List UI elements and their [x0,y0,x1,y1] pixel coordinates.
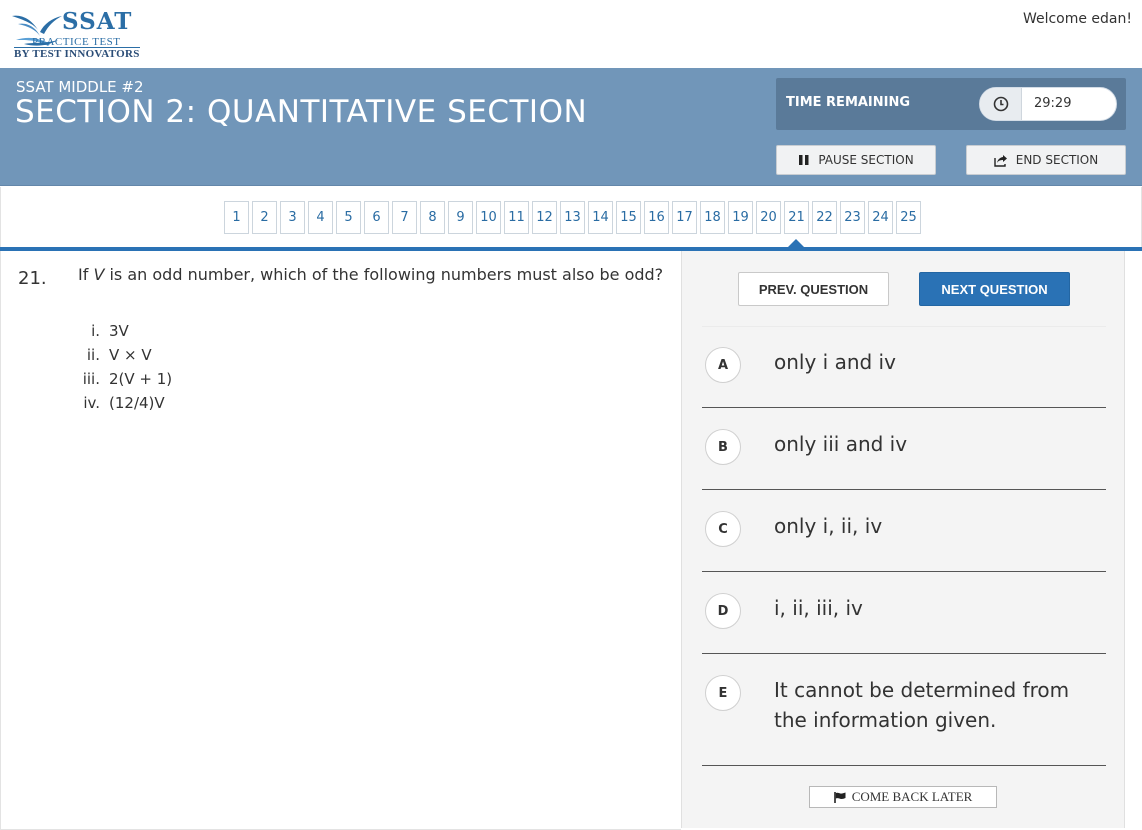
logo-title: SSAT [62,8,133,35]
statement-item: ii. V × V [81,346,172,370]
question-number: 21. [18,268,47,289]
question-nav-item-24[interactable]: 24 [868,201,893,234]
section-header: SSAT MIDDLE #2 SECTION 2: QUANTITATIVE S… [0,68,1142,186]
answer-text: only iii and iv [774,432,908,456]
question-nav-item-21[interactable]: 21 [784,201,809,234]
statement-text: V × V [109,346,152,364]
clock-icon [980,88,1022,120]
statement-number: iii. [82,370,100,388]
question-nav-item-23[interactable]: 23 [840,201,865,234]
question-nav-item-15[interactable]: 15 [616,201,641,234]
statement-text: 2(V + 1) [109,370,173,388]
question-nav-item-8[interactable]: 8 [420,201,445,234]
answer-choice-a[interactable]: A only i and iv [702,327,1106,408]
question-nav-item-19[interactable]: 19 [728,201,753,234]
answer-letter: A [705,347,741,383]
answer-letter: C [705,511,741,547]
question-text: If V is an odd number, which of the foll… [78,265,663,284]
next-question-button[interactable]: NEXT QUESTION [919,272,1070,306]
answer-text: i, ii, iii, iv [774,596,863,620]
logo-tagline: BY TEST INNOVATORS [14,48,140,60]
question-nav-item-10[interactable]: 10 [476,201,501,234]
question-navigator: 1 2 3 4 5 6 7 8 9 10 11 12 13 14 15 16 17 18 19 20 21 22 23 24 2… [0,187,1142,249]
answer-choice-d[interactable]: D i, ii, iii, iv [702,572,1106,654]
statement-item: iv. (12/4)V [81,394,172,418]
answer-letter: B [705,429,741,465]
section-title: SECTION 2: QUANTITATIVE SECTION [15,94,588,130]
answer-letter: E [705,675,741,711]
question-pane: 21. If V is an odd number, which of the … [0,251,681,830]
timer-display: 29:29 [979,87,1117,121]
statement-text: (12/4)V [109,394,165,412]
question-nav-item-14[interactable]: 14 [588,201,613,234]
answer-pane: PREV. QUESTION NEXT QUESTION A only i an… [681,251,1125,828]
question-nav-item-13[interactable]: 13 [560,201,585,234]
question-text-after: is an odd number, which of the following… [104,265,664,284]
question-nav-item-6[interactable]: 6 [364,201,389,234]
pause-section-button[interactable]: PAUSE SECTION [776,145,936,175]
question-nav-item-5[interactable]: 5 [336,201,361,234]
statement-item: i. 3V [81,322,172,346]
answer-text: It cannot be determined from the informa… [774,678,1070,732]
pause-section-label: PAUSE SECTION [818,153,914,167]
question-nav-item-25[interactable]: 25 [896,201,921,234]
statement-list: i. 3V ii. V × V iii. 2(V + 1) iv. (12/4)… [81,322,172,418]
question-nav-item-7[interactable]: 7 [392,201,417,234]
pause-icon [799,155,809,165]
flag-icon [833,791,846,803]
question-nav-item-20[interactable]: 20 [756,201,781,234]
question-nav-item-22[interactable]: 22 [812,201,837,234]
come-back-later-label: COME BACK LATER [851,789,973,804]
question-nav-item-1[interactable]: 1 [224,201,249,234]
statement-number: iv. [83,394,100,412]
question-nav-item-3[interactable]: 3 [280,201,305,234]
logo-subtitle: PRACTICE TEST [32,36,121,48]
question-nav-item-17[interactable]: 17 [672,201,697,234]
question-text-before: If [78,265,94,284]
answer-choice-c[interactable]: C only i, ii, iv [702,490,1106,572]
prev-question-button[interactable]: PREV. QUESTION [738,272,889,306]
top-bar: SSAT PRACTICE TEST BY TEST INNOVATORS We… [0,0,1142,68]
welcome-text: Welcome edan! [1022,11,1132,27]
timer-label: TIME REMAINING [786,95,911,110]
statement-number: ii. [86,346,100,364]
statement-item: iii. 2(V + 1) [81,370,172,394]
ssat-logo[interactable]: SSAT PRACTICE TEST BY TEST INNOVATORS [10,8,145,64]
answer-choice-e[interactable]: E It cannot be determined from the infor… [702,654,1106,766]
question-nav-item-16[interactable]: 16 [644,201,669,234]
question-nav-item-9[interactable]: 9 [448,201,473,234]
timer-value: 29:29 [1034,96,1072,111]
question-number-list: 1 2 3 4 5 6 7 8 9 10 11 12 13 14 15 16 17 18 19 20 21 22 23 24 2… [224,201,921,234]
answer-letter: D [705,593,741,629]
question-nav-item-2[interactable]: 2 [252,201,277,234]
answer-text: only i, ii, iv [774,514,883,538]
question-nav-item-18[interactable]: 18 [700,201,725,234]
timer-panel: TIME REMAINING 29:29 [776,78,1126,130]
statement-number: i. [91,322,100,340]
question-nav-item-12[interactable]: 12 [532,201,557,234]
answer-text: only i and iv [774,350,896,374]
end-section-button[interactable]: END SECTION [966,145,1126,175]
question-nav-item-11[interactable]: 11 [504,201,529,234]
answer-choice-b[interactable]: B only iii and iv [702,408,1106,490]
share-exit-icon [994,154,1007,167]
end-section-label: END SECTION [1015,153,1099,167]
statement-text: 3V [109,322,129,340]
question-variable: V [93,265,105,284]
question-nav-item-4[interactable]: 4 [308,201,333,234]
come-back-later-button[interactable]: COME BACK LATER [809,786,997,808]
